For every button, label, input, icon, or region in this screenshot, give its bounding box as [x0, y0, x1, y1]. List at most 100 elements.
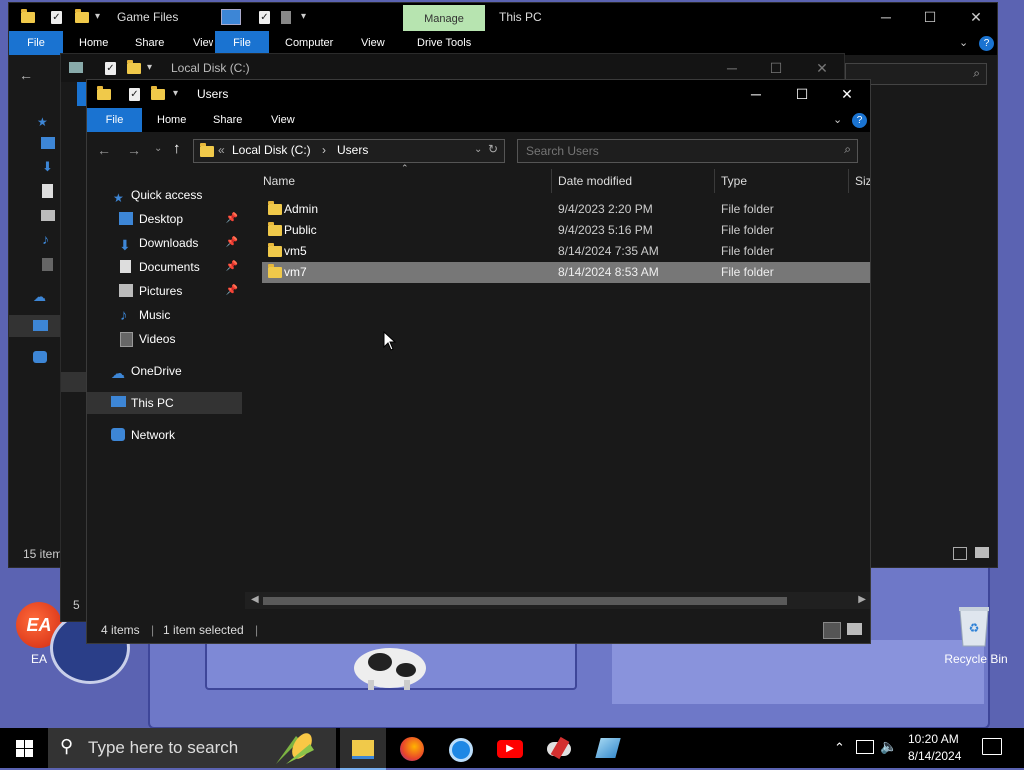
show-hidden-icons-chevron[interactable]: ⌃ — [834, 740, 845, 756]
volume-icon[interactable]: 🔈 — [880, 738, 897, 755]
tab-drive-tools[interactable]: Drive Tools — [417, 37, 471, 49]
nav-documents[interactable]: Documents 📌 — [87, 256, 242, 278]
customize-toolbar-icon[interactable]: ▾ — [95, 11, 100, 22]
clock-date[interactable]: 8/14/2024 — [908, 749, 961, 763]
nav-music[interactable]: ♪ Music — [87, 304, 242, 326]
recycle-bin-icon[interactable]: ♻ — [956, 604, 992, 648]
folder-icon — [21, 9, 35, 23]
scrollbar-thumb[interactable] — [263, 597, 787, 605]
tab-share[interactable]: Share — [135, 37, 164, 49]
status-divider-2: | — [255, 623, 259, 637]
nav-this-pc-label: This PC — [131, 396, 174, 410]
nav-downloads[interactable]: ⬇ Downloads 📌 — [87, 232, 242, 254]
users-help-icon[interactable]: ? — [852, 113, 867, 128]
chrome-icon[interactable] — [449, 738, 473, 762]
column-separator[interactable] — [714, 169, 715, 193]
tab-computer[interactable]: Computer — [285, 37, 333, 49]
nav-back-button[interactable]: ← — [97, 142, 111, 158]
horizontal-scrollbar[interactable]: ◀ ▶ — [245, 592, 870, 609]
local-disk-maximize-button[interactable]: ☐ — [753, 54, 799, 82]
table-row[interactable]: Public 9/4/2023 5:16 PM File folder — [262, 220, 870, 241]
taskbar-file-explorer[interactable] — [340, 728, 386, 770]
table-row[interactable]: vm5 8/14/2024 7:35 AM File folder — [262, 241, 870, 262]
windows-start-icon[interactable] — [16, 740, 33, 757]
users-tab-view[interactable]: View — [271, 114, 295, 126]
breadcrumb-sep[interactable]: › — [322, 143, 326, 157]
nav-desktop[interactable]: Desktop 📌 — [87, 208, 242, 230]
address-dropdown-icon[interactable]: ⌄ — [474, 144, 482, 155]
nav-quick-access[interactable]: ★ Quick access — [87, 184, 242, 206]
column-name[interactable]: Name — [263, 169, 295, 193]
properties-icon-3: ✓ — [105, 62, 116, 75]
column-size[interactable]: Siz — [855, 169, 870, 193]
close-button[interactable]: ✕ — [953, 3, 999, 31]
breadcrumb-users[interactable]: Users — [337, 143, 368, 157]
details-view-button[interactable] — [823, 622, 841, 639]
refresh-icon[interactable]: ↻ — [488, 142, 498, 156]
search-box[interactable]: ⌕ — [517, 139, 858, 163]
back-arrow-icon[interactable]: ← — [19, 67, 33, 83]
nav-network[interactable]: Network — [87, 424, 242, 446]
users-ribbon-expand-icon[interactable]: ⌄ — [833, 113, 842, 126]
ribbon-expand-icon[interactable]: ⌄ — [959, 36, 968, 49]
users-maximize-button[interactable]: ☐ — [779, 80, 825, 108]
clock-time[interactable]: 10:20 AM — [908, 732, 959, 746]
column-separator[interactable] — [848, 169, 849, 193]
table-row-selected[interactable]: vm7 8/14/2024 8:53 AM File folder — [262, 262, 870, 283]
file-list-pane: ⌃ Name Date modified Type Siz Admin 9/4/… — [245, 163, 870, 609]
customize-toolbar-icon-2[interactable]: ▾ — [301, 11, 306, 22]
users-close-button[interactable]: ✕ — [824, 80, 870, 108]
tab-view[interactable]: View — [193, 37, 213, 49]
wallpaper-panel-right — [612, 640, 984, 704]
nav-forward-button[interactable]: → — [127, 142, 141, 158]
tab-home[interactable]: Home — [79, 37, 108, 49]
details-view-icon[interactable] — [953, 547, 967, 560]
column-separator[interactable] — [551, 169, 552, 193]
tab-file[interactable]: File — [9, 31, 63, 55]
recent-locations-icon[interactable]: ⌄ — [154, 143, 162, 154]
table-row[interactable]: Admin 9/4/2023 2:20 PM File folder — [262, 199, 870, 220]
breadcrumb-overflow[interactable]: « — [218, 143, 225, 157]
file-name: Admin — [284, 202, 319, 216]
users-tab-share[interactable]: Share — [213, 114, 242, 126]
nav-onedrive-label: OneDrive — [131, 364, 182, 378]
youtube-icon[interactable]: ▶ — [497, 740, 523, 758]
breadcrumb-local-disk[interactable]: Local Disk (C:) — [232, 143, 311, 157]
customize-toolbar-icon-3[interactable]: ▾ — [147, 62, 152, 73]
file-type: File folder — [721, 265, 774, 279]
large-icons-view-icon[interactable] — [975, 547, 989, 558]
nav-pictures[interactable]: Pictures 📌 — [87, 280, 242, 302]
cloud-app-icon[interactable] — [547, 736, 573, 760]
customize-toolbar-icon-main[interactable]: ▾ — [173, 88, 178, 99]
documents-icon — [42, 184, 53, 198]
address-bar[interactable]: « Local Disk (C:) › Users ⌄ ↻ — [193, 139, 505, 163]
column-date-modified[interactable]: Date modified — [558, 169, 632, 193]
scroll-right-icon[interactable]: ▶ — [858, 594, 866, 605]
taskbar-search-box[interactable]: ⚲ Type here to search — [48, 728, 336, 768]
local-disk-close-button[interactable]: ✕ — [799, 54, 845, 82]
large-icons-view-button[interactable] — [847, 623, 862, 635]
music-note-icon: ♪ — [120, 307, 128, 324]
users-tab-file[interactable]: File — [87, 108, 142, 132]
help-icon[interactable]: ? — [979, 36, 994, 51]
local-disk-minimize-button[interactable]: ─ — [709, 54, 755, 82]
scroll-left-icon[interactable]: ◀ — [251, 594, 259, 605]
firefox-icon[interactable] — [400, 737, 424, 761]
manage-tab[interactable]: Manage — [403, 5, 485, 33]
star-icon: ★ — [113, 191, 124, 205]
search-input[interactable] — [524, 142, 828, 160]
minimize-button[interactable]: ─ — [863, 3, 909, 31]
tab-view-2[interactable]: View — [361, 37, 385, 49]
notification-center-icon[interactable] — [982, 738, 1002, 755]
nav-this-pc[interactable]: This PC — [87, 392, 242, 414]
users-minimize-button[interactable]: ─ — [733, 80, 779, 108]
users-tab-home[interactable]: Home — [157, 114, 186, 126]
nav-videos[interactable]: Videos — [87, 328, 242, 350]
column-type[interactable]: Type — [721, 169, 747, 193]
nav-up-button[interactable]: ↑ — [173, 140, 181, 157]
network-tray-icon[interactable] — [856, 740, 874, 754]
users-window[interactable]: ✓ ▾ Users ─ ☐ ✕ File Home Share View ⌄ ?… — [86, 79, 871, 644]
nav-onedrive[interactable]: ☁ OneDrive — [87, 360, 242, 382]
tab-file-2[interactable]: File — [215, 31, 269, 55]
maximize-button[interactable]: ☐ — [907, 3, 953, 31]
